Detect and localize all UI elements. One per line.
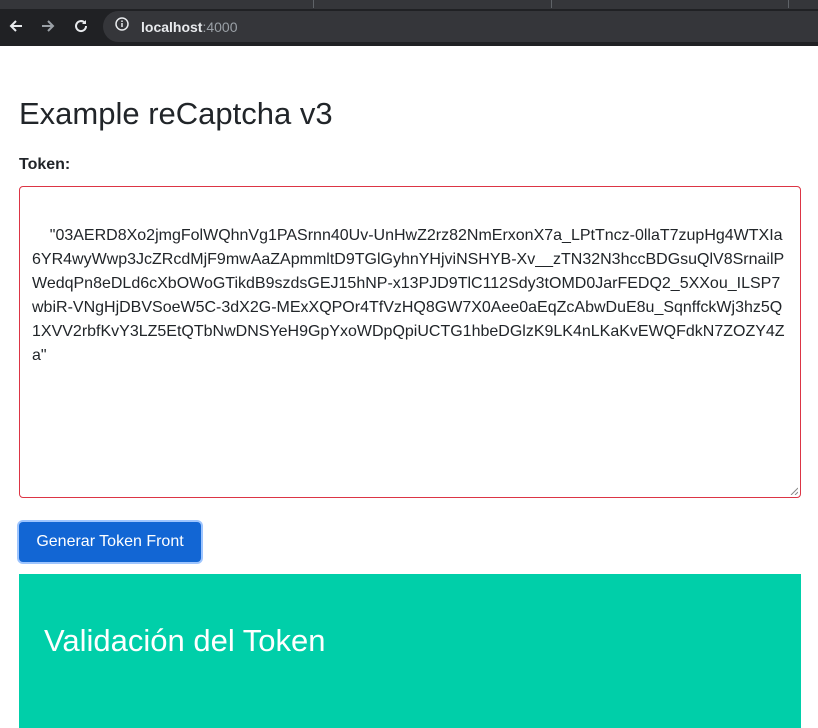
url-host: localhost (141, 18, 203, 35)
forward-arrow-icon[interactable] (37, 15, 59, 37)
reload-icon[interactable] (70, 15, 92, 37)
address-bar[interactable]: localhost:4000 (103, 11, 818, 42)
page-content: Example reCaptcha v3 Token: "03AERD8Xo2j… (0, 46, 818, 728)
generate-token-button[interactable]: Generar Token Front (19, 522, 201, 562)
validation-panel: Validación del Token (19, 574, 801, 728)
back-arrow-icon[interactable] (5, 15, 27, 37)
tab-separator (788, 0, 789, 8)
token-label: Token: (19, 156, 71, 173)
validation-title: Validación del Token (44, 623, 326, 658)
page-title: Example reCaptcha v3 (19, 96, 333, 131)
tab-separator (551, 0, 552, 8)
token-textarea[interactable]: "03AERD8Xo2jmgFolWQhnVg1PASrnn40Uv-UnHwZ… (19, 186, 801, 498)
tab-strip (0, 0, 818, 9)
browser-toolbar: localhost:4000 (0, 0, 818, 46)
site-info-icon[interactable] (115, 17, 129, 36)
token-value: "03AERD8Xo2jmgFolWQhnVg1PASrnn40Uv-UnHwZ… (32, 227, 785, 364)
url-port: :4000 (202, 18, 238, 35)
tab-separator (313, 0, 314, 8)
resize-grip-icon[interactable] (790, 487, 798, 495)
